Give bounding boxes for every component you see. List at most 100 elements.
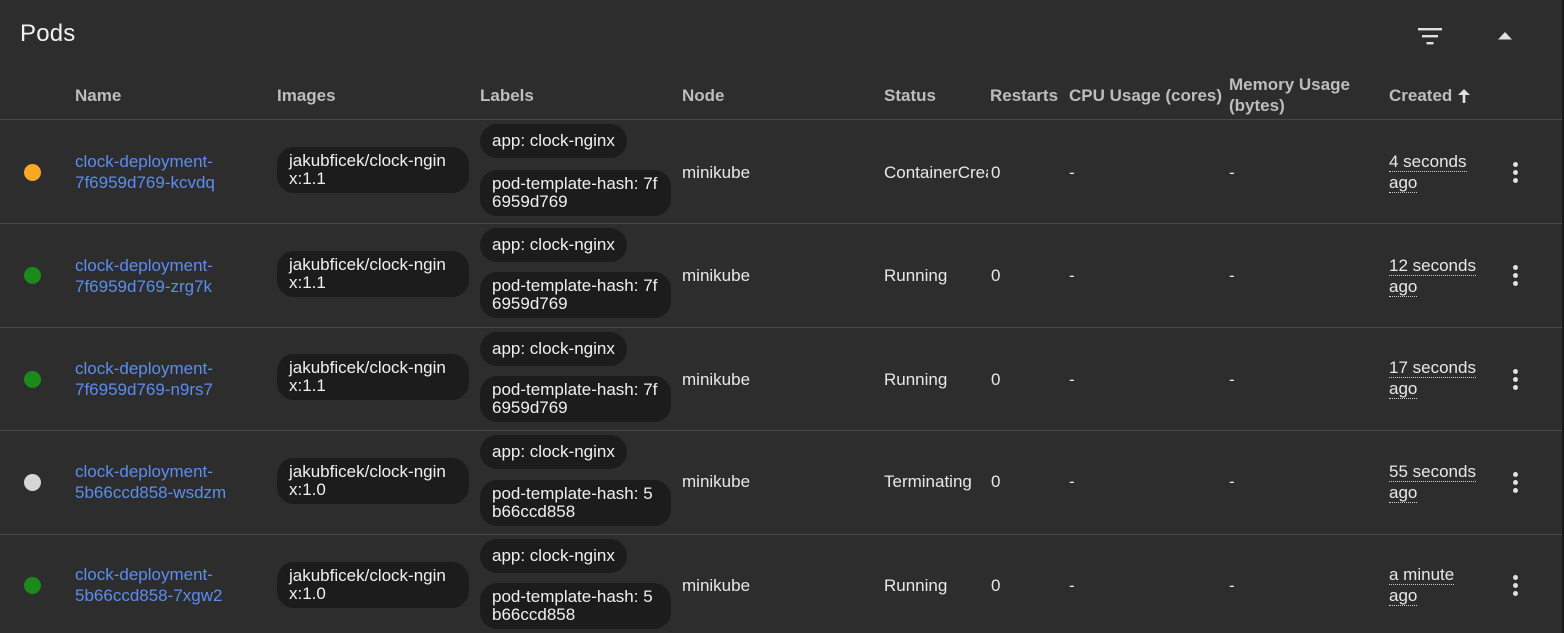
status-indicator-icon bbox=[24, 371, 41, 388]
column-header-node[interactable]: Node bbox=[682, 85, 725, 106]
pod-name-line1: clock-deployment- bbox=[75, 565, 213, 584]
node-cell: minikube bbox=[682, 472, 751, 491]
created-line1: a minute bbox=[1389, 565, 1455, 585]
node-cell: minikube bbox=[682, 370, 751, 389]
column-header-status[interactable]: Status bbox=[884, 85, 936, 106]
status-indicator-icon bbox=[24, 164, 41, 181]
restarts-cell: 0 bbox=[991, 163, 1001, 182]
filter-button[interactable] bbox=[1410, 16, 1450, 56]
label-chip-app: app: clock-nginx bbox=[480, 332, 627, 366]
restarts-cell: 0 bbox=[991, 266, 1001, 285]
filter-list-icon bbox=[1418, 28, 1442, 45]
status-indicator-icon bbox=[24, 267, 41, 284]
created-line1: 12 seconds bbox=[1389, 256, 1476, 276]
label-chip-app: app: clock-nginx bbox=[480, 435, 627, 469]
status-cell: Terminating bbox=[884, 472, 972, 491]
row-menu-button[interactable] bbox=[1503, 158, 1527, 186]
label-chip-app: app: clock-nginx bbox=[480, 539, 627, 573]
column-header-name[interactable]: Name bbox=[75, 85, 121, 106]
label-chip-app: app: clock-nginx bbox=[480, 228, 627, 262]
cpu-cell: - bbox=[1069, 472, 1075, 491]
table-row: clock-deployment- 7f6959d769-n9rs7 jakub… bbox=[0, 327, 1562, 431]
column-header-cpu[interactable]: CPU Usage (cores) bbox=[1069, 85, 1222, 106]
table-row: clock-deployment- 5b66ccd858-7xgw2 jakub… bbox=[0, 535, 1562, 633]
image-chip: jakubficek/clock-nginx:1.0 bbox=[277, 458, 469, 504]
row-menu-button[interactable] bbox=[1503, 571, 1527, 599]
created-line2: ago bbox=[1389, 277, 1418, 297]
table-row: clock-deployment- 7f6959d769-kcvdq jakub… bbox=[0, 120, 1562, 224]
created-cell: 12 seconds ago bbox=[1389, 255, 1489, 297]
table-header: Name Images Labels Node Status Restarts … bbox=[0, 68, 1562, 120]
pod-name-line2: 7f6959d769-kcvdq bbox=[75, 173, 215, 192]
created-line1: 4 seconds bbox=[1389, 152, 1467, 172]
restarts-cell: 0 bbox=[991, 370, 1001, 389]
pods-card: Pods Name Images Labels Node Status Rest… bbox=[0, 0, 1564, 633]
more-vert-icon bbox=[1512, 264, 1518, 286]
status-cell: Running bbox=[884, 576, 948, 595]
table-row: clock-deployment- 7f6959d769-zrg7k jakub… bbox=[0, 224, 1562, 328]
image-chip: jakubficek/clock-nginx:1.0 bbox=[277, 562, 469, 608]
pod-name-line1: clock-deployment- bbox=[75, 256, 213, 275]
card-header: Pods bbox=[0, 0, 1562, 68]
more-vert-icon bbox=[1512, 471, 1518, 493]
pod-name-line2: 5b66ccd858-wsdzm bbox=[75, 483, 227, 502]
pod-name-line2: 5b66ccd858-7xgw2 bbox=[75, 586, 223, 605]
label-chip-hash: pod-template-hash: 5b66ccd858 bbox=[480, 583, 671, 629]
column-header-restarts[interactable]: Restarts bbox=[990, 85, 1058, 106]
collapse-button[interactable] bbox=[1485, 16, 1525, 56]
column-header-created-label: Created bbox=[1389, 86, 1453, 105]
status-indicator-icon bbox=[24, 577, 41, 594]
image-chip: jakubficek/clock-nginx:1.1 bbox=[277, 147, 469, 193]
column-header-labels: Labels bbox=[480, 86, 534, 105]
pod-name-line1: clock-deployment- bbox=[75, 152, 213, 171]
column-header-memory-line2: (bytes) bbox=[1229, 96, 1285, 115]
more-vert-icon bbox=[1512, 161, 1518, 183]
node-cell: minikube bbox=[682, 163, 751, 182]
memory-cell: - bbox=[1229, 472, 1235, 491]
status-cell: Running bbox=[884, 266, 948, 285]
created-cell: 17 seconds ago bbox=[1389, 357, 1489, 399]
memory-cell: - bbox=[1229, 370, 1235, 389]
label-chip-hash: pod-template-hash: 7f6959d769 bbox=[480, 170, 671, 216]
image-chip: jakubficek/clock-nginx:1.1 bbox=[277, 354, 469, 400]
memory-cell: - bbox=[1229, 163, 1235, 182]
image-chip: jakubficek/clock-nginx:1.1 bbox=[277, 251, 469, 297]
pod-name-link[interactable]: clock-deployment- 7f6959d769-kcvdq bbox=[75, 151, 265, 193]
memory-cell: - bbox=[1229, 266, 1235, 285]
card-title: Pods bbox=[20, 20, 76, 47]
created-line2: ago bbox=[1389, 173, 1418, 193]
row-menu-button[interactable] bbox=[1503, 261, 1527, 289]
label-chip-hash: pod-template-hash: 7f6959d769 bbox=[480, 272, 671, 318]
created-cell: a minute ago bbox=[1389, 564, 1489, 606]
pod-name-link[interactable]: clock-deployment- 7f6959d769-zrg7k bbox=[75, 255, 265, 297]
row-menu-button[interactable] bbox=[1503, 468, 1527, 496]
created-cell: 55 seconds ago bbox=[1389, 461, 1489, 503]
pod-name-line1: clock-deployment- bbox=[75, 359, 213, 378]
pod-name-line1: clock-deployment- bbox=[75, 462, 213, 481]
row-menu-button[interactable] bbox=[1503, 365, 1527, 393]
label-chip-hash: pod-template-hash: 5b66ccd858 bbox=[480, 480, 671, 526]
more-vert-icon bbox=[1512, 574, 1518, 596]
column-header-created[interactable]: Created bbox=[1389, 85, 1471, 106]
created-cell: 4 seconds ago bbox=[1389, 151, 1489, 193]
created-line1: 55 seconds bbox=[1389, 462, 1476, 482]
column-header-memory[interactable]: Memory Usage (bytes) bbox=[1229, 74, 1350, 116]
status-cell: Running bbox=[884, 370, 948, 389]
memory-cell: - bbox=[1229, 576, 1235, 595]
pod-name-line2: 7f6959d769-zrg7k bbox=[75, 277, 213, 296]
pod-name-line2: 7f6959d769-n9rs7 bbox=[75, 380, 214, 399]
status-indicator-icon bbox=[24, 474, 41, 491]
label-chip-hash: pod-template-hash: 7f6959d769 bbox=[480, 376, 671, 422]
pod-name-link[interactable]: clock-deployment- 7f6959d769-n9rs7 bbox=[75, 358, 265, 400]
pod-name-link[interactable]: clock-deployment- 5b66ccd858-7xgw2 bbox=[75, 564, 265, 606]
cpu-cell: - bbox=[1069, 370, 1075, 389]
created-line1: 17 seconds bbox=[1389, 358, 1476, 378]
cpu-cell: - bbox=[1069, 576, 1075, 595]
node-cell: minikube bbox=[682, 576, 751, 595]
pod-name-link[interactable]: clock-deployment- 5b66ccd858-wsdzm bbox=[75, 461, 265, 503]
column-header-memory-line1: Memory Usage bbox=[1229, 75, 1350, 94]
arrow-upward-icon bbox=[1458, 88, 1471, 103]
label-chip-app: app: clock-nginx bbox=[480, 124, 627, 158]
cpu-cell: - bbox=[1069, 163, 1075, 182]
column-header-images: Images bbox=[277, 86, 336, 105]
